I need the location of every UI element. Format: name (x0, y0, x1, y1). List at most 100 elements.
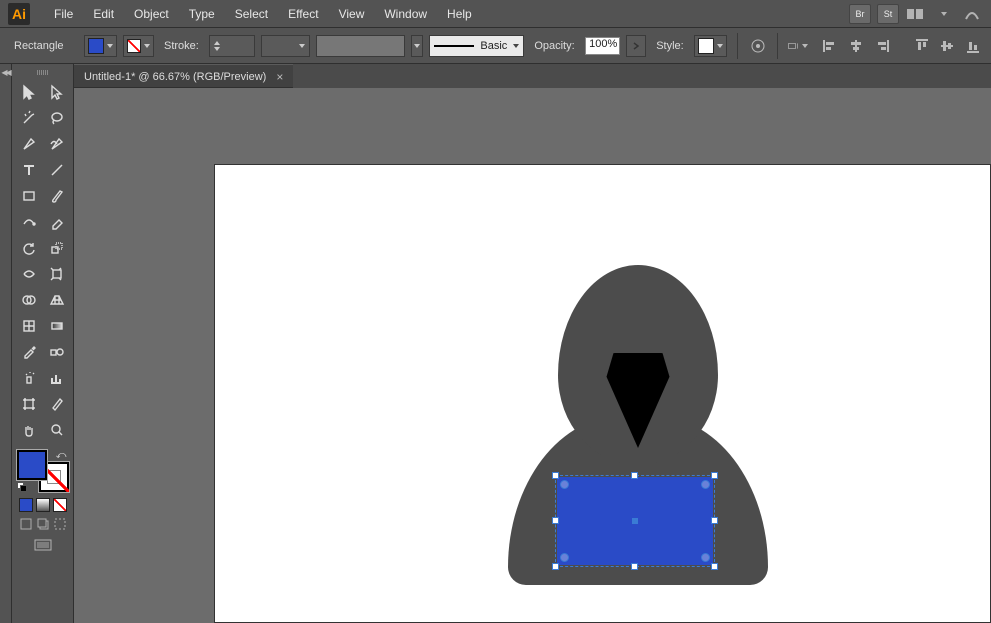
brush-profile-box[interactable] (316, 35, 405, 57)
align-right-icon[interactable] (872, 36, 892, 56)
gpu-icon[interactable] (961, 4, 983, 24)
menu-object[interactable]: Object (124, 7, 179, 21)
free-transform-tool[interactable] (44, 262, 70, 286)
shape-builder-tool[interactable] (16, 288, 42, 312)
pen-tool[interactable] (16, 132, 42, 156)
rectangle-tool[interactable] (16, 184, 42, 208)
close-tab-icon[interactable]: × (276, 70, 283, 84)
align-center-v-icon[interactable] (937, 36, 957, 56)
menu-effect[interactable]: Effect (278, 7, 328, 21)
hand-tool[interactable] (16, 418, 42, 442)
eyedropper-tool[interactable] (16, 340, 42, 364)
blend-tool[interactable] (44, 340, 70, 364)
default-fill-stroke-icon[interactable] (17, 482, 27, 492)
selection-tool[interactable] (16, 80, 42, 104)
eraser-tool[interactable] (44, 210, 70, 234)
resize-handle-bl[interactable] (552, 563, 559, 570)
menu-type[interactable]: Type (179, 7, 225, 21)
bridge-icon[interactable]: Br (849, 4, 871, 24)
rotate-tool[interactable] (16, 236, 42, 260)
stroke-stepper[interactable] (214, 41, 220, 51)
menu-window[interactable]: Window (374, 7, 437, 21)
resize-handle-mr[interactable] (711, 517, 718, 524)
style-label: Style: (652, 40, 688, 52)
fill-stroke-proxy[interactable]: ⤺ (17, 450, 69, 492)
zoom-tool[interactable] (44, 418, 70, 442)
color-mode-none[interactable] (53, 498, 67, 512)
menu-help[interactable]: Help (437, 7, 482, 21)
column-graph-tool[interactable] (44, 366, 70, 390)
align-top-icon[interactable] (912, 36, 932, 56)
brush-profile-dropdown[interactable] (411, 35, 423, 57)
corner-widget-tl[interactable] (560, 480, 569, 489)
stroke-weight-input[interactable] (209, 35, 255, 57)
style-swatch (698, 38, 714, 54)
line-segment-tool[interactable] (44, 158, 70, 182)
canvas-viewport[interactable] (74, 88, 991, 623)
align-bottom-icon[interactable] (963, 36, 983, 56)
width-tool[interactable] (16, 262, 42, 286)
chevron-down-icon (802, 44, 808, 48)
selection-center-point[interactable] (632, 518, 638, 524)
shaper-tool[interactable] (16, 210, 42, 234)
arrange-documents-icon[interactable] (905, 4, 927, 24)
artboard[interactable] (214, 164, 991, 623)
align-to-selection-dropdown[interactable] (788, 36, 808, 56)
lasso-tool[interactable] (44, 106, 70, 130)
screen-mode-icon[interactable] (33, 538, 53, 557)
menu-file[interactable]: File (44, 7, 83, 21)
slice-tool[interactable] (44, 392, 70, 416)
type-tool[interactable] (16, 158, 42, 182)
menu-edit[interactable]: Edit (83, 7, 124, 21)
panel-grip[interactable] (25, 70, 61, 76)
resize-handle-ml[interactable] (552, 517, 559, 524)
symbol-sprayer-tool[interactable] (16, 366, 42, 390)
arrange-dropdown-icon[interactable] (933, 4, 955, 24)
curvature-tool[interactable] (44, 132, 70, 156)
resize-handle-br[interactable] (711, 563, 718, 570)
recolor-artwork-icon[interactable] (748, 36, 768, 56)
corner-widget-br[interactable] (701, 553, 710, 562)
brush-stroke-preview (434, 45, 474, 47)
draw-inside-icon[interactable] (54, 518, 66, 530)
opacity-input[interactable]: 100% (585, 37, 621, 55)
corner-widget-tr[interactable] (701, 480, 710, 489)
selection-bounding-box[interactable] (555, 475, 715, 567)
scale-tool[interactable] (44, 236, 70, 260)
artboard-tool[interactable] (16, 392, 42, 416)
align-left-icon[interactable] (820, 36, 840, 56)
fill-color-proxy[interactable] (17, 450, 47, 480)
variable-width-dropdown[interactable] (261, 35, 311, 57)
stroke-swatch-dropdown[interactable] (123, 35, 154, 57)
color-mode-gradient[interactable] (36, 498, 50, 512)
opacity-dropdown[interactable] (626, 35, 646, 57)
direct-selection-tool[interactable] (44, 80, 70, 104)
brush-definition-dropdown[interactable]: Basic (429, 35, 524, 57)
magic-wand-tool[interactable] (16, 106, 42, 130)
swap-fill-stroke-icon[interactable]: ⤺ (56, 450, 67, 461)
document-tab[interactable]: Untitled-1* @ 66.67% (RGB/Preview) × (74, 64, 293, 88)
gradient-tool[interactable] (44, 314, 70, 338)
corner-widget-bl[interactable] (560, 553, 569, 562)
resize-handle-tr[interactable] (711, 472, 718, 479)
resize-handle-tm[interactable] (631, 472, 638, 479)
style-swatch-dropdown[interactable] (694, 35, 727, 57)
stock-icon[interactable]: St (877, 4, 899, 24)
draw-behind-icon[interactable] (37, 518, 49, 530)
resize-handle-tl[interactable] (552, 472, 559, 479)
draw-normal-icon[interactable] (20, 518, 32, 530)
stroke-weight-field[interactable] (222, 37, 250, 55)
menu-view[interactable]: View (329, 7, 375, 21)
perspective-grid-tool[interactable] (44, 288, 70, 312)
paintbrush-tool[interactable] (44, 184, 70, 208)
shape-type-label: Rectangle (8, 36, 78, 56)
chevron-down-icon (299, 44, 305, 48)
color-mode-solid[interactable] (19, 498, 33, 512)
panel-collapse-gutter[interactable]: ◀◀ (0, 64, 12, 623)
mesh-tool[interactable] (16, 314, 42, 338)
resize-handle-bm[interactable] (631, 563, 638, 570)
align-center-h-icon[interactable] (846, 36, 866, 56)
menu-select[interactable]: Select (225, 7, 278, 21)
fill-swatch-dropdown[interactable] (84, 35, 117, 57)
fill-swatch (88, 38, 104, 54)
